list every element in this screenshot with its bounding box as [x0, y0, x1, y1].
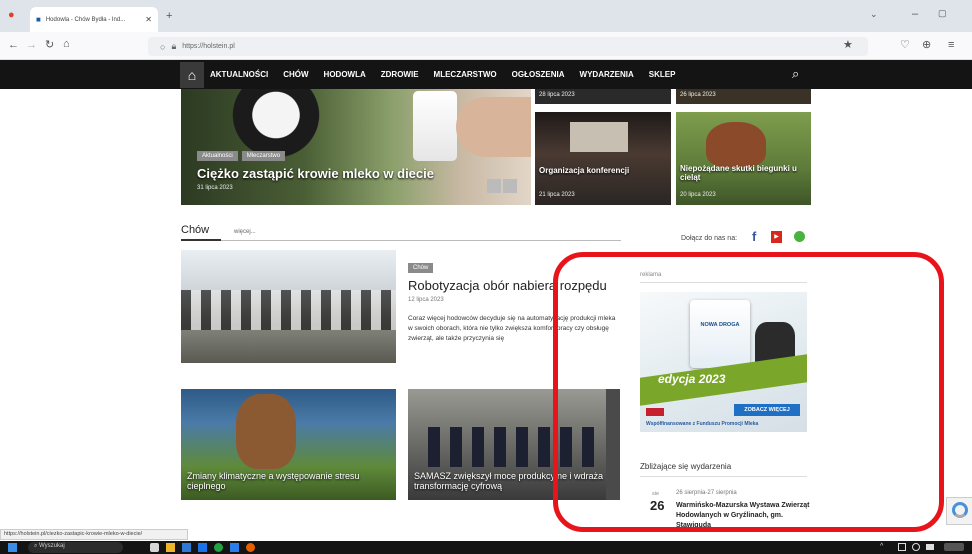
side-card-date: 20 lipca 2023 — [680, 192, 716, 198]
side-card-1[interactable]: 28 lipca 2023 — [535, 89, 671, 104]
side-card-3[interactable]: Organizacja konferencji 21 lipca 2023 — [535, 112, 671, 205]
close-tab-icon[interactable]: ✕ — [145, 15, 152, 24]
hand-image — [456, 97, 531, 157]
main-menu: AKTUALNOŚCI CHÓW HODOWLA ZDROWIE MLECZAR… — [210, 70, 675, 79]
side-card-title[interactable]: Organizacja konferencji — [539, 166, 659, 175]
side-card-date: 21 lipca 2023 — [539, 192, 575, 198]
section-title[interactable]: Chów — [181, 224, 209, 236]
file-explorer-icon[interactable] — [166, 543, 175, 552]
hero-tag[interactable]: Aktualności — [197, 151, 238, 161]
side-card-4[interactable]: Niepożądane skutki biegunki u cieląt 20 … — [676, 112, 811, 205]
side-card-title[interactable]: Niepożądane skutki biegunki u cieląt — [680, 164, 808, 182]
slider-next-button[interactable] — [503, 179, 517, 193]
url-text: https://holstein.pl — [182, 43, 235, 50]
chrome-icon[interactable] — [214, 543, 223, 552]
browser-menu-icon[interactable]: ● — [8, 10, 15, 21]
forward-icon[interactable]: → — [26, 40, 37, 51]
network-icon[interactable] — [898, 543, 906, 551]
cows-in-barn-image — [181, 290, 396, 330]
store-icon[interactable] — [182, 543, 191, 552]
side-card-2[interactable]: 26 lipca 2023 — [676, 89, 811, 104]
youtube-icon[interactable]: ▶ — [771, 231, 782, 243]
bottom-card-1[interactable]: Zmiany klimatyczne a występowanie stresu… — [181, 389, 396, 500]
windows-taskbar: ⌕ Wyszukaj ^ — [0, 541, 972, 554]
tab-list-icon[interactable]: ⌄ — [870, 10, 878, 19]
section-underline — [181, 239, 221, 241]
bottom-card-title[interactable]: Zmiany klimatyczne a występowanie stresu… — [187, 471, 377, 491]
social-label: Dołącz do nas na: — [681, 235, 738, 242]
account-icon[interactable]: ⊕ — [922, 40, 931, 51]
lock-icon: 🔒︎ — [171, 41, 177, 51]
chat-icon[interactable] — [794, 231, 805, 242]
hero-date: 31 lipca 2023 — [197, 185, 233, 191]
taskbar-search-input[interactable]: ⌕ Wyszukaj — [28, 542, 123, 553]
home-icon[interactable]: ⌂ — [63, 39, 70, 50]
nav-item-aktualnosci[interactable]: AKTUALNOŚCI — [210, 70, 268, 79]
side-card-date: 26 lipca 2023 — [680, 92, 716, 98]
milk-glass-image — [413, 91, 457, 161]
hero-tags: Aktualności Mleczarstwo — [197, 151, 286, 161]
article-tag[interactable]: Chów — [408, 263, 434, 273]
nav-item-mleczarstwo[interactable]: MLECZARSTWO — [434, 70, 497, 79]
nav-item-sklep[interactable]: SKLEP — [649, 70, 676, 79]
tab-title: Hodowla - Chów Bydła - Ind... — [45, 16, 126, 23]
article-date: 12 lipca 2023 — [408, 297, 444, 303]
volume-icon[interactable] — [912, 543, 920, 551]
battery-icon[interactable] — [926, 544, 934, 550]
back-icon[interactable]: ← — [8, 40, 19, 51]
slider-prev-button[interactable] — [487, 179, 501, 193]
nav-item-chow[interactable]: CHÓW — [283, 70, 308, 79]
conference-screen-image — [570, 122, 628, 152]
nav-item-zdrowie[interactable]: ZDROWIE — [381, 70, 419, 79]
highlight-annotation — [553, 252, 944, 532]
new-tab-icon[interactable]: + — [166, 11, 172, 22]
pocket-icon[interactable]: ♡ — [900, 40, 910, 51]
clock[interactable] — [944, 543, 964, 551]
status-bar-url: https://holstein.pl/ciezko-zastapic-krow… — [0, 529, 188, 540]
recaptcha-badge[interactable] — [946, 497, 972, 525]
taskbar-search-placeholder: Wyszukaj — [39, 543, 65, 549]
calf-image — [706, 122, 766, 167]
section-divider — [181, 240, 621, 241]
hero-tag[interactable]: Mleczarstwo — [241, 151, 286, 161]
article-image[interactable] — [181, 250, 396, 363]
browser-menu-icon[interactable]: ≡ — [948, 40, 954, 51]
section-more-link[interactable]: więcej... — [234, 229, 256, 235]
nav-item-hodowla[interactable]: HODOWLA — [324, 70, 366, 79]
facebook-icon[interactable]: f — [752, 229, 756, 244]
browser-tab-bar: ● ■ Hodowla - Chów Bydła - Ind... ✕ + ⌄ … — [0, 0, 972, 32]
recaptcha-icon — [952, 502, 968, 518]
shield-icon: ○ — [160, 41, 166, 52]
nav-item-wydarzenia[interactable]: WYDARZENIA — [580, 70, 634, 79]
hero-article[interactable]: Aktualności Mleczarstwo Ciężko zastąpić … — [181, 89, 531, 205]
windows-start-icon[interactable] — [8, 543, 17, 552]
reload-icon[interactable]: ↻ — [45, 40, 54, 51]
url-bar[interactable]: ○ 🔒︎ https://holstein.pl — [148, 37, 868, 56]
hero-title[interactable]: Ciężko zastąpić krowie mleko w diecie — [197, 166, 434, 181]
cow-image — [236, 394, 296, 469]
home-icon[interactable]: ⌂ — [180, 62, 204, 88]
tray-chevron-icon[interactable]: ^ — [880, 543, 883, 550]
favicon-icon: ■ — [36, 15, 41, 24]
nav-item-ogloszenia[interactable]: OGŁOSZENIA — [512, 70, 565, 79]
search-icon[interactable]: ⌕ — [792, 66, 799, 82]
teams-icon[interactable] — [230, 543, 239, 552]
outlook-icon[interactable] — [198, 543, 207, 552]
browser-tab[interactable]: ■ Hodowla - Chów Bydła - Ind... ✕ — [30, 7, 158, 32]
minimize-icon[interactable]: – — [912, 9, 918, 20]
task-view-icon[interactable] — [150, 543, 159, 552]
side-card-date: 28 lipca 2023 — [539, 92, 575, 98]
bookmark-star-icon[interactable]: ★ — [843, 40, 853, 51]
firefox-icon[interactable] — [246, 543, 255, 552]
maximize-icon[interactable]: ▢ — [938, 9, 947, 18]
